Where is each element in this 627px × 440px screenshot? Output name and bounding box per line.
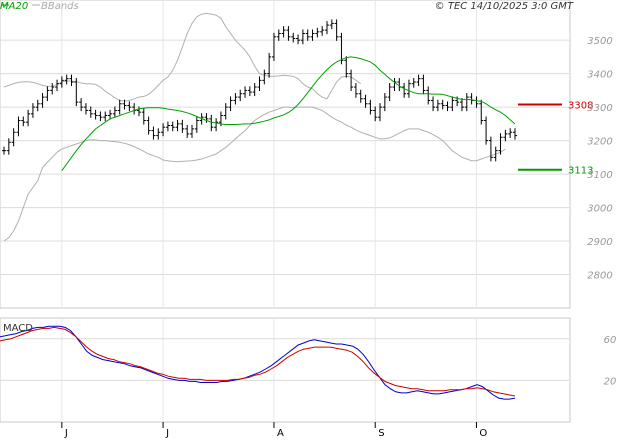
bbands-legend-label: BBands: [41, 1, 79, 12]
macd-panel-frame: [0, 317, 571, 423]
macd-tick-label: 60: [604, 335, 617, 346]
price-panel-frame: [0, 0, 571, 309]
ma-legend-label: MA20: [0, 1, 28, 12]
source-timestamp: © TEC 14/10/2025 3:0 GMT: [435, 1, 574, 12]
month-tick-label: J: [64, 428, 68, 439]
price-tick-label: 3400: [587, 70, 612, 81]
price-tick-label: 3300: [587, 103, 612, 114]
price-tick-label: 3100: [587, 170, 612, 181]
price-tick-label: 2900: [587, 237, 612, 248]
stock-chart: 3308 3113 2800 2900 3000 3100 3200 3300 3400 350…: [0, 0, 627, 440]
month-tick-label: S: [378, 428, 384, 439]
price-tick-label: 3000: [587, 204, 612, 215]
month-tick-label: J: [165, 428, 169, 439]
month-tick-label: A: [277, 428, 284, 439]
macd-tick-label: 20: [604, 376, 617, 387]
chart-canvas: 33083113 2800290030003100320033003400350…: [0, 0, 617, 439]
macd-title: MACD: [3, 323, 33, 334]
price-tick-label: 2800: [587, 271, 612, 282]
price-tick-label: 3500: [587, 36, 612, 47]
month-tick-label: O: [479, 428, 487, 439]
price-tick-label: 3200: [587, 137, 612, 148]
